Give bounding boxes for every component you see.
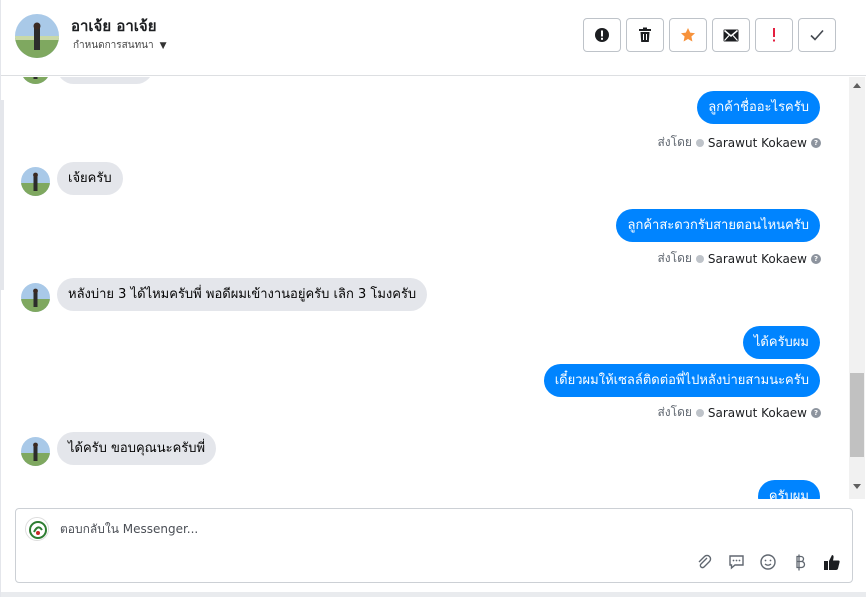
message-bubble-incoming-partial xyxy=(57,77,153,84)
help-icon[interactable]: ? xyxy=(811,407,821,418)
check-circle-icon xyxy=(695,254,704,263)
conversation-header: อาเจ้ย อาเจ้ย กำหนดการสนทนา ▼ xyxy=(1,0,866,76)
sender-name[interactable]: Sarawut Kokaew xyxy=(708,406,807,420)
check-circle-icon xyxy=(695,408,704,417)
sender-name[interactable]: Sarawut Kokaew xyxy=(708,136,807,150)
message-bubble-outgoing[interactable]: ลูกค้าชื่ออะไรครับ xyxy=(697,91,820,124)
saved-replies-button[interactable] xyxy=(726,552,746,572)
sent-by-label: ส่งโดย xyxy=(657,135,692,149)
delete-button[interactable] xyxy=(626,18,664,52)
contact-avatar[interactable] xyxy=(15,14,59,58)
page-logo-avatar xyxy=(25,517,49,541)
alert-circle-icon xyxy=(595,28,609,42)
message-bubble-outgoing-partial[interactable]: ครับผม xyxy=(757,480,820,499)
sent-by-line: ส่งโดย Sarawut Kokaew ? xyxy=(657,133,821,152)
mark-unread-button[interactable] xyxy=(712,18,750,52)
mark-done-button[interactable] xyxy=(798,18,836,52)
schedule-label: กำหนดการสนทนา xyxy=(73,40,154,51)
conversation-schedule-dropdown[interactable]: กำหนดการสนทนา ▼ xyxy=(73,38,167,53)
payment-button[interactable] xyxy=(790,552,810,572)
sent-by-line: ส่งโดย Sarawut Kokaew ? xyxy=(657,403,821,422)
attach-file-button[interactable] xyxy=(694,552,714,572)
message-bubble-incoming[interactable]: หลังบ่าย 3 ได้ไหมครับพี่ พอดีผมเข้างานอย… xyxy=(57,278,428,311)
contact-avatar-small xyxy=(21,167,50,196)
star-icon xyxy=(681,28,695,42)
smiley-icon xyxy=(760,554,776,570)
thumbs-up-icon xyxy=(824,554,840,570)
sent-by-label: ส่งโดย xyxy=(657,405,692,419)
message-bubble-outgoing[interactable]: ได้ครับผม xyxy=(742,326,820,359)
scrollbar-thumb[interactable] xyxy=(850,373,864,457)
alert-circle-button[interactable] xyxy=(583,18,621,52)
contact-name[interactable]: อาเจ้ย อาเจ้ย xyxy=(71,14,157,38)
sent-by-line: ส่งโดย Sarawut Kokaew ? xyxy=(657,249,821,268)
envelope-icon xyxy=(723,29,739,41)
chat-bubble-icon xyxy=(728,555,744,570)
contact-avatar-small xyxy=(21,437,50,466)
exclamation-icon xyxy=(773,28,775,42)
contact-avatar-small xyxy=(21,283,50,312)
message-bubble-incoming[interactable]: เจ้ยครับ xyxy=(57,162,123,195)
message-bubble-incoming[interactable]: ได้ครับ ขอบคุณนะครับพี่ xyxy=(57,432,217,465)
help-icon[interactable]: ? xyxy=(811,253,821,264)
star-button[interactable] xyxy=(669,18,707,52)
checkmark-icon xyxy=(810,29,824,41)
contact-avatar-small xyxy=(21,77,50,84)
sender-name[interactable]: Sarawut Kokaew xyxy=(708,252,807,266)
help-icon[interactable]: ? xyxy=(811,137,821,148)
message-bubble-outgoing[interactable]: เดี๋ยวผมให้เซลล์ติดต่อพี่ไปหลังบ่ายสามนะ… xyxy=(543,364,820,397)
mark-important-button[interactable] xyxy=(755,18,793,52)
scroll-down-arrow-icon[interactable] xyxy=(853,484,861,489)
scroll-up-arrow-icon[interactable] xyxy=(853,83,861,88)
reply-composer xyxy=(15,508,853,583)
emoji-button[interactable] xyxy=(758,552,778,572)
message-thread[interactable]: ลูกค้าชื่ออะไรครับ ส่งโดย Sarawut Kokaew… xyxy=(1,77,849,499)
like-button[interactable] xyxy=(822,552,842,572)
composer-toolbar xyxy=(694,552,842,572)
message-bubble-outgoing[interactable]: ลูกค้าสะดวกรับสายตอนไหนครับ xyxy=(616,209,820,242)
reply-input[interactable] xyxy=(60,522,660,536)
bottom-border xyxy=(1,592,866,597)
sent-by-label: ส่งโดย xyxy=(657,251,692,265)
header-action-toolbar xyxy=(583,18,836,52)
trash-icon xyxy=(639,27,651,42)
paperclip-icon xyxy=(698,554,712,569)
baht-icon xyxy=(796,554,806,570)
caret-down-icon: ▼ xyxy=(159,41,167,51)
thread-scrollbar[interactable] xyxy=(849,77,865,499)
messenger-conversation-window: อาเจ้ย อาเจ้ย กำหนดการสนทนา ▼ ลูกค้าชื่อ… xyxy=(0,0,866,597)
check-circle-icon xyxy=(695,138,704,147)
